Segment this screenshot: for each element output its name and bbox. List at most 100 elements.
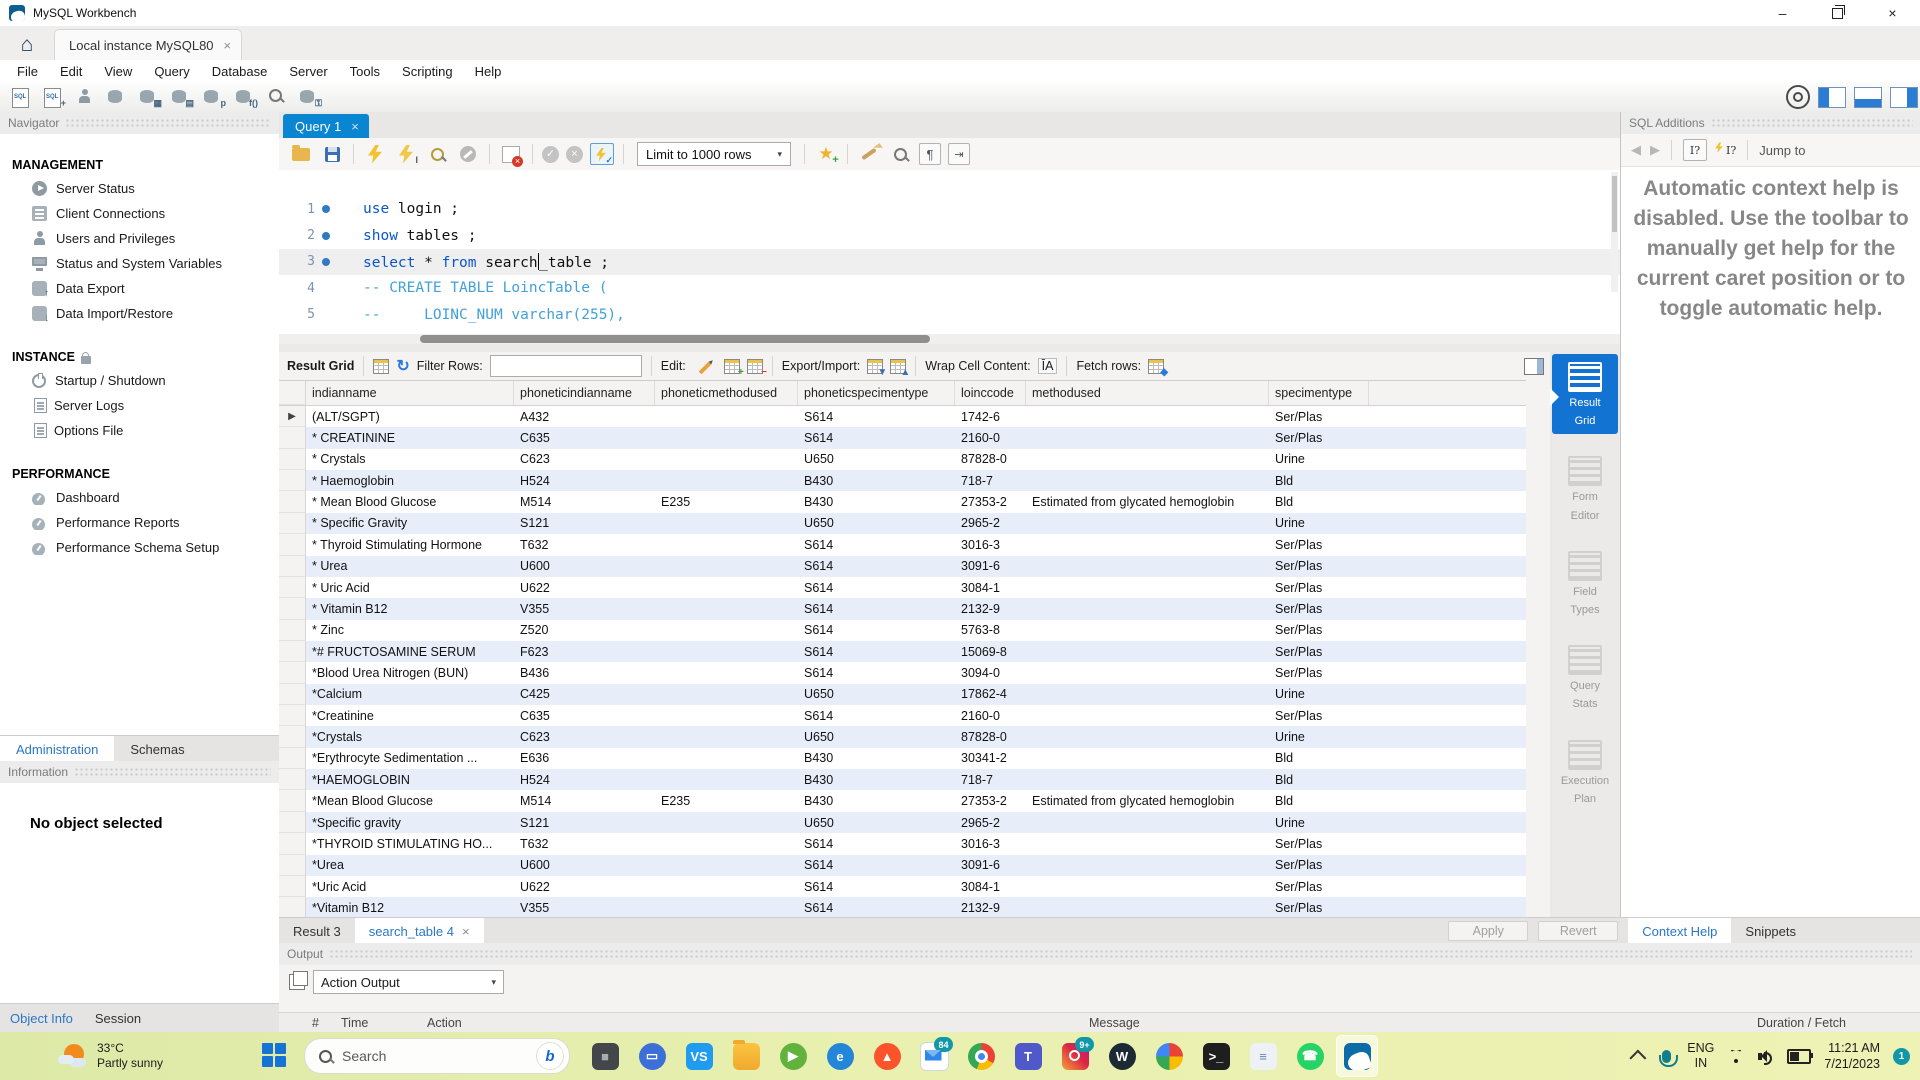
commit-icon[interactable]: ✓ [542,145,559,163]
cell-phoneticspecimentype[interactable]: B430 [798,491,955,512]
cell-specimentype[interactable]: Ser/Plas [1269,556,1369,577]
sidebar-item-data-export[interactable]: Data Export [0,276,279,301]
help-back-icon[interactable]: ◀ [1631,142,1641,158]
cell-phoneticindianname[interactable]: U622 [514,577,655,598]
cell-methodused[interactable] [1026,855,1269,876]
cell-indianname[interactable]: *Urea [306,855,514,876]
cell-loinccode[interactable]: 2160-0 [955,427,1026,448]
cell-phoneticspecimentype[interactable]: S614 [798,534,955,555]
cell-specimentype[interactable]: Ser/Plas [1269,705,1369,726]
taskbar-app-instagram-icon[interactable]: 9+ [1054,1035,1096,1077]
cell-specimentype[interactable]: Bld [1269,491,1369,512]
cell-phoneticspecimentype[interactable]: B430 [798,470,955,491]
cell-specimentype[interactable]: Ser/Plas [1269,577,1369,598]
taskbar-app-chat-icon[interactable]: ▭ [631,1035,673,1077]
tab-session[interactable]: Session [95,1011,141,1026]
column-header-specimentype[interactable]: specimentype [1269,381,1369,405]
table-row[interactable]: *Mean Blood Glucose M514 E235 B430 27353-2 Es… [279,790,1526,812]
cell-phoneticspecimentype[interactable]: U650 [798,513,955,534]
cell-specimentype[interactable]: Urine [1269,726,1369,747]
explain-icon[interactable] [425,143,449,165]
cell-loinccode[interactable]: 30341-2 [955,748,1026,769]
save-snippet-icon[interactable]: ★ [814,143,839,166]
taskbar-app-notes-icon[interactable]: ≡ [1242,1035,1284,1077]
cell-phoneticmethodused[interactable] [655,534,798,555]
cell-phoneticmethodused[interactable] [655,470,798,491]
cell-phoneticindianname[interactable]: S121 [514,513,655,534]
tab-snippets[interactable]: Snippets [1731,918,1810,944]
cell-methodused[interactable] [1026,897,1269,918]
view-button-form-editor[interactable]: Form Editor [1552,448,1618,528]
cell-methodused[interactable] [1026,769,1269,790]
home-tab[interactable]: ⌂ [0,30,54,60]
server-admin-icon[interactable]: ⚿ [296,86,322,108]
editor-result-splitter[interactable] [279,344,1620,352]
wifi-icon[interactable] [1727,1050,1745,1063]
taskbar-app-mysql-workbench-icon[interactable] [1336,1035,1378,1077]
taskbar-search-box[interactable]: Search b [304,1038,570,1074]
manual-context-help-icon[interactable]: I? [1683,139,1707,161]
taskbar-app-chrome-icon[interactable] [960,1035,1002,1077]
microphone-icon[interactable] [1659,1049,1679,1067]
editor-line-2[interactable]: 2 show tables ; [279,222,1620,248]
cell-phoneticspecimentype[interactable]: S614 [798,620,955,641]
taskbar-app-terminal-icon[interactable]: >_ [1195,1035,1237,1077]
taskbar-app-brave-icon[interactable]: ▲ [866,1035,908,1077]
toggle-automatic-help-icon[interactable]: I? [1715,141,1736,157]
cell-methodused[interactable] [1026,726,1269,747]
cell-loinccode[interactable]: 3016-3 [955,833,1026,854]
sidebar-item-performance-reports[interactable]: Performance Reports [0,510,279,535]
cell-loinccode[interactable]: 718-7 [955,470,1026,491]
table-row[interactable]: *Urea U600 S614 3091-6 Ser/Plas [279,854,1526,876]
cell-loinccode[interactable]: 2965-2 [955,812,1026,833]
result-tab-search_table-4[interactable]: search_table 4 × [354,918,484,944]
cell-indianname[interactable]: * Mean Blood Glucose [306,491,514,512]
table-row[interactable]: *Specific gravity S121 U650 2965-2 Urine [279,811,1526,834]
sidebar-item-status-and-system-variables[interactable]: Status and System Variables [0,251,279,276]
menu-edit[interactable]: Edit [49,64,93,79]
cell-phoneticmethodused[interactable] [655,897,798,918]
sidebar-item-performance-schema-setup[interactable]: Performance Schema Setup [0,535,279,560]
language-indicator[interactable]: ENG IN [1687,1041,1714,1071]
table-row[interactable]: *Creatinine C635 S614 2160-0 Ser/Plas [279,705,1526,727]
editor-horizontal-scrollbar[interactable] [279,334,1620,344]
cell-phoneticindianname[interactable]: Z520 [514,620,655,641]
cell-phoneticspecimentype[interactable]: S614 [798,577,955,598]
cell-phoneticmethodused[interactable] [655,598,798,619]
cell-phoneticmethodused[interactable] [655,684,798,705]
cell-indianname[interactable]: * Urea [306,556,514,577]
cell-loinccode[interactable]: 3094-0 [955,662,1026,683]
editor-line-3[interactable]: 3 select * from search _table ; [279,248,1620,276]
cell-specimentype[interactable]: Ser/Plas [1269,598,1369,619]
jump-to-label[interactable]: Jump to [1759,143,1805,158]
table-row[interactable]: * Thyroid Stimulating Hormone T632 S614 301… [279,534,1526,556]
cell-phoneticmethodused[interactable] [655,662,798,683]
view-button-field-types[interactable]: Field Types [1552,543,1618,623]
cell-specimentype[interactable]: Urine [1269,513,1369,534]
cell-indianname[interactable]: *Uric Acid [306,876,514,897]
cell-phoneticspecimentype[interactable]: B430 [798,769,955,790]
cell-loinccode[interactable]: 3084-1 [955,876,1026,897]
menu-query[interactable]: Query [143,64,200,79]
cell-phoneticspecimentype[interactable]: U650 [798,812,955,833]
cell-methodused[interactable]: Estimated from glycated hemoglobin [1026,790,1269,811]
cell-loinccode[interactable]: 2160-0 [955,705,1026,726]
table-row[interactable]: * Mean Blood Glucose M514 E235 B430 27353-2 E… [279,491,1526,513]
output-type-dropdown[interactable]: Action Output ▾ [313,970,504,994]
cell-phoneticindianname[interactable]: V355 [514,897,655,918]
cell-indianname[interactable]: * Vitamin B12 [306,598,514,619]
cell-phoneticindianname[interactable]: U600 [514,556,655,577]
save-script-icon[interactable] [320,143,344,165]
filter-rows-input[interactable] [489,355,642,377]
column-header-loinccode[interactable]: loinccode [955,381,1026,405]
cell-indianname[interactable]: *Blood Urea Nitrogen (BUN) [306,662,514,683]
menu-help[interactable]: Help [464,64,513,79]
cell-specimentype[interactable]: Ser/Plas [1269,427,1369,448]
cell-phoneticmethodused[interactable] [655,748,798,769]
toggle-right-panel-button[interactable] [1890,86,1918,108]
stop-on-error-icon[interactable] [499,143,523,167]
cell-methodused[interactable] [1026,833,1269,854]
cell-phoneticspecimentype[interactable]: B430 [798,790,955,811]
menu-file[interactable]: File [6,64,49,79]
cell-phoneticmethodused[interactable] [655,769,798,790]
